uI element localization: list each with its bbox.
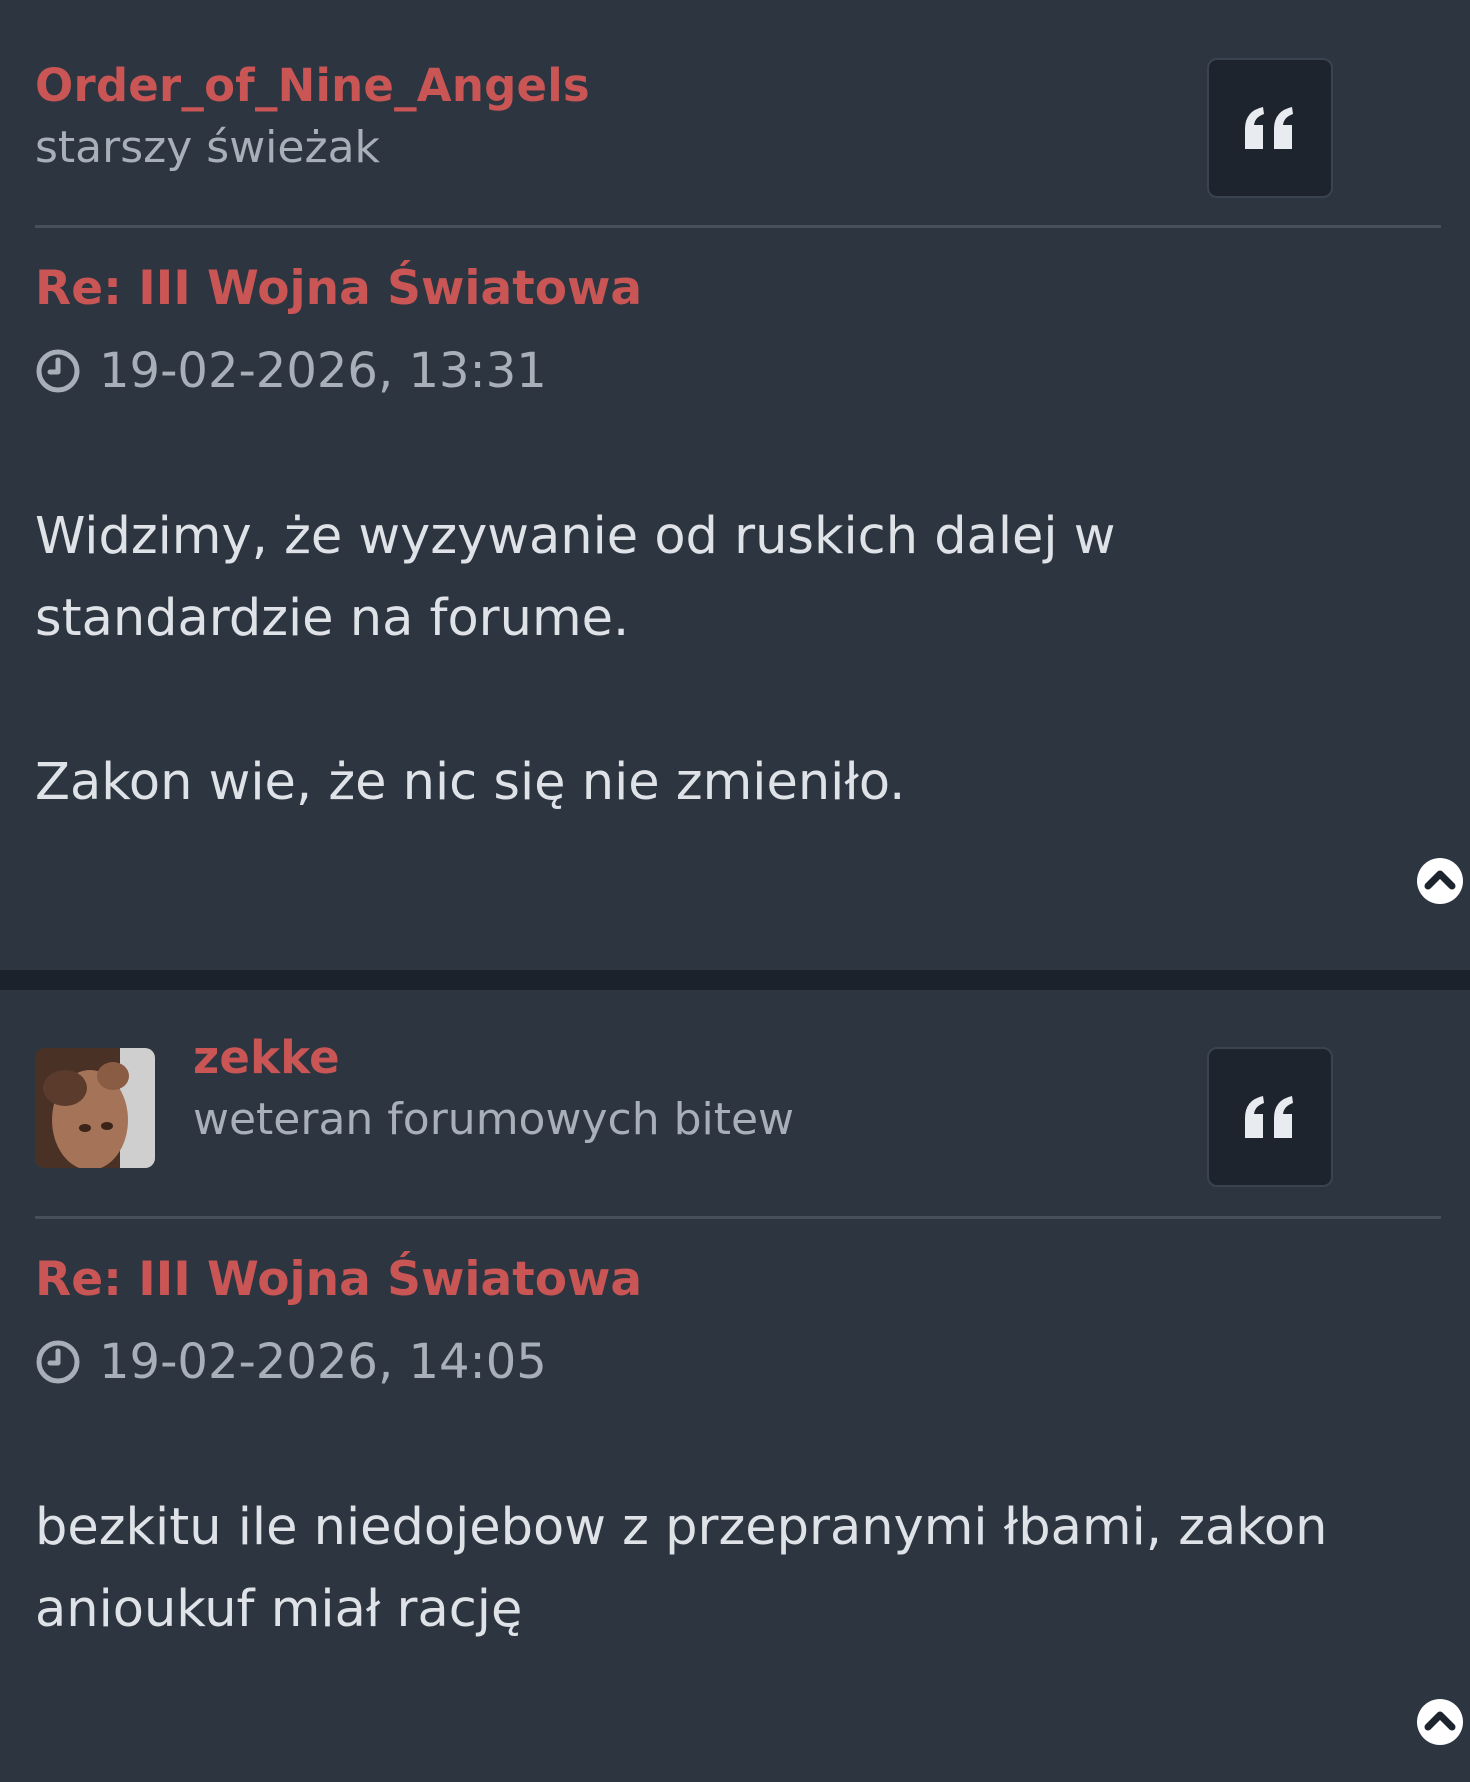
post-paragraph: Zakon wie, że nic się nie zmieniło.: [35, 753, 906, 812]
author-name[interactable]: Order_of_Nine_Angels: [35, 63, 590, 108]
avatar[interactable]: [35, 1048, 155, 1168]
back-to-top-button[interactable]: [1415, 1697, 1465, 1747]
post-content: Widzimy, że wyzywanie od ruskich dalej w…: [35, 496, 1415, 824]
clock-icon: [36, 349, 80, 393]
author-rank: starszy świeżak: [35, 122, 381, 173]
post-timestamp: 19-02-2026, 14:05: [35, 1334, 547, 1390]
back-to-top-button[interactable]: [1415, 856, 1465, 906]
timestamp-text: 19-02-2026, 14:05: [99, 1334, 547, 1390]
timestamp-text: 19-02-2026, 13:31: [99, 343, 547, 399]
forum-post: Order_of_Nine_Angels starszy świeżak Re:…: [0, 0, 1470, 970]
chevron-up-circle-icon: [1417, 1699, 1463, 1745]
post-title[interactable]: Re: III Wojna Światowa: [35, 265, 642, 312]
quote-button[interactable]: [1207, 58, 1333, 198]
post-paragraph: bezkitu ile niedojebow z przepranymi łba…: [35, 1498, 1328, 1639]
quote-icon: [1245, 1096, 1293, 1138]
divider: [35, 1216, 1441, 1219]
post-title[interactable]: Re: III Wojna Światowa: [35, 1256, 642, 1303]
post-timestamp: 19-02-2026, 13:31: [35, 343, 547, 399]
post-paragraph: Widzimy, że wyzywanie od ruskich dalej w…: [35, 507, 1116, 648]
author-name[interactable]: zekke: [193, 1035, 340, 1080]
avatar-image: [35, 1048, 155, 1168]
chevron-up-circle-icon: [1417, 858, 1463, 904]
divider: [35, 225, 1441, 228]
clock-icon: [36, 1340, 80, 1384]
author-rank: weteran forumowych bitew: [193, 1094, 795, 1145]
quote-icon: [1245, 107, 1293, 149]
post-content: bezkitu ile niedojebow z przepranymi łba…: [35, 1487, 1415, 1651]
quote-button[interactable]: [1207, 1047, 1333, 1187]
forum-post: zekke weteran forumowych bitew Re: III W…: [0, 990, 1470, 1782]
